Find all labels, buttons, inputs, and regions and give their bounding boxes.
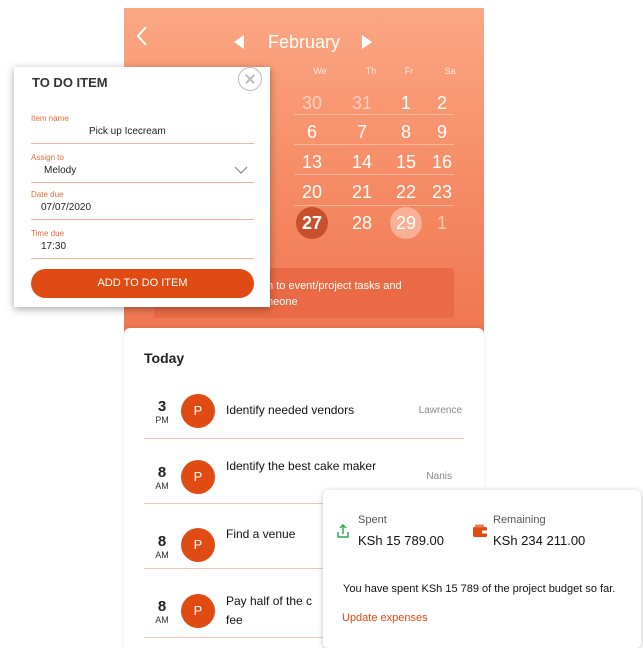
calendar-day[interactable]: 21 bbox=[346, 176, 378, 208]
task-time-period: AM bbox=[155, 615, 169, 625]
assign-to-select[interactable]: Assign to Melody bbox=[31, 153, 254, 183]
task-title: Identify needed vendors bbox=[226, 403, 355, 417]
calendar-row-divider bbox=[294, 205, 454, 206]
close-icon[interactable] bbox=[238, 67, 262, 91]
remaining-label: Remaining bbox=[493, 514, 546, 526]
calendar-day[interactable]: 1 bbox=[426, 207, 458, 239]
task-title: Pay half of the c fee bbox=[226, 594, 313, 627]
calendar-day[interactable]: 23 bbox=[426, 176, 458, 208]
field-label: Date due bbox=[31, 190, 64, 199]
banner-text-line-2: meone bbox=[264, 296, 298, 308]
today-title: Today bbox=[144, 350, 185, 366]
time-due-field[interactable]: Time due 17:30 bbox=[31, 229, 254, 259]
task-time-period: AM bbox=[155, 481, 169, 491]
avatar: P bbox=[181, 528, 215, 562]
update-expenses-link[interactable]: Update expenses bbox=[342, 612, 428, 624]
weekday-label: Fr bbox=[404, 66, 414, 76]
previous-month-button[interactable] bbox=[232, 30, 248, 54]
field-value: 17:30 bbox=[41, 241, 67, 252]
add-todo-item-button[interactable]: ADD TO DO ITEM bbox=[31, 269, 254, 298]
field-value: Melody bbox=[44, 165, 77, 176]
task-time-number: 3 bbox=[157, 398, 167, 415]
screen: February We Th Fr Sa 30 31 1 2 6 7 8 9 13 14 15 16 2… bbox=[0, 0, 643, 648]
wallet-icon bbox=[473, 524, 487, 537]
calendar-day[interactable]: 28 bbox=[346, 207, 378, 239]
spent-label: Spent bbox=[358, 514, 387, 526]
weekday-label: Sa bbox=[444, 66, 456, 76]
date-due-field[interactable]: Date due 07/07/2020 bbox=[31, 190, 254, 220]
calendar-row-divider bbox=[294, 174, 454, 175]
task-time-number: 8 bbox=[157, 533, 167, 550]
task-title: Find a venue bbox=[226, 527, 296, 541]
calendar-day[interactable]: 22 bbox=[390, 176, 422, 208]
task-owner: Nanis bbox=[426, 471, 452, 482]
spent-value: KSh 15 789.00 bbox=[358, 533, 445, 548]
banner-text-line-1: m to event/project tasks and bbox=[264, 280, 402, 292]
budget-message: You have spent KSh 15 789 of the project… bbox=[343, 583, 616, 595]
chevron-down-icon bbox=[234, 166, 248, 174]
calendar-row-divider bbox=[294, 144, 454, 145]
triangle-right-icon bbox=[362, 35, 372, 49]
field-label: Item name bbox=[31, 114, 69, 123]
weekday-label: We bbox=[313, 66, 327, 76]
task-row[interactable]: 3 PM P Identify needed vendors Lawrence bbox=[144, 386, 464, 439]
task-time-number: 8 bbox=[157, 464, 167, 481]
field-label: Assign to bbox=[31, 153, 64, 162]
avatar: P bbox=[181, 394, 215, 428]
upload-icon bbox=[337, 524, 349, 538]
calendar-day[interactable]: 20 bbox=[296, 176, 328, 208]
avatar: P bbox=[181, 594, 215, 628]
field-value: 07/07/2020 bbox=[41, 202, 92, 213]
task-owner: Lawrence bbox=[418, 405, 462, 416]
task-time-period: AM bbox=[155, 550, 169, 560]
back-arrow-icon[interactable] bbox=[134, 24, 156, 52]
field-value: Pick up Icecream bbox=[89, 126, 166, 137]
task-time-period: PM bbox=[155, 415, 169, 425]
month-title: February bbox=[267, 32, 341, 52]
avatar: P bbox=[181, 460, 215, 494]
task-time-number: 8 bbox=[157, 598, 167, 615]
calendar-row-divider bbox=[294, 114, 454, 115]
budget-card: Spent KSh 15 789.00 Remaining KSh 234 21… bbox=[323, 490, 641, 648]
calendar-day-today[interactable]: 27 bbox=[296, 207, 328, 239]
triangle-left-icon bbox=[234, 35, 244, 49]
dialog-title: TO DO ITEM bbox=[32, 75, 108, 90]
field-label: Time due bbox=[31, 229, 65, 238]
calendar-day-selected[interactable]: 29 bbox=[390, 207, 422, 239]
todo-item-dialog: TO DO ITEM Item name Pick up Icecream As… bbox=[14, 67, 270, 307]
next-month-button[interactable] bbox=[360, 30, 376, 54]
task-title: Identify the best cake maker bbox=[226, 459, 377, 473]
item-name-field[interactable]: Item name Pick up Icecream bbox=[31, 114, 254, 144]
weekday-label: Th bbox=[365, 66, 377, 76]
remaining-value: KSh 234 211.00 bbox=[493, 533, 586, 548]
